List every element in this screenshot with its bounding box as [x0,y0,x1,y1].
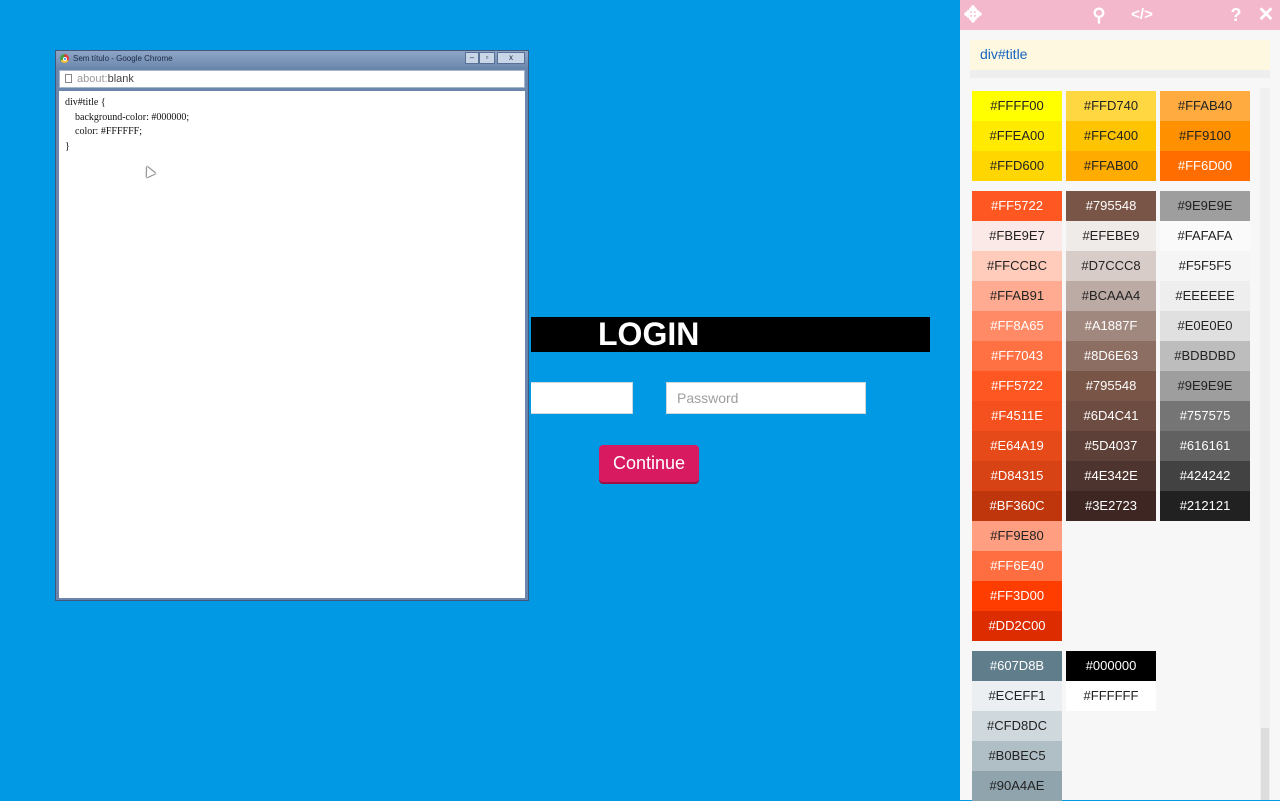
color-swatch[interactable]: #EFEBE9 [1066,221,1156,251]
color-swatch[interactable]: #E0E0E0 [1160,311,1250,341]
maximize-button[interactable]: ▫ [479,52,495,64]
color-swatch[interactable]: #FF5722 [972,191,1062,221]
username-input[interactable] [531,382,633,414]
window-titlebar[interactable]: Sem título - Google Chrome – ▫ x [56,51,528,67]
color-swatch[interactable]: #757575 [1160,401,1250,431]
color-swatch[interactable]: #90A4AE [972,771,1062,801]
color-swatch[interactable]: #F4511E [972,401,1062,431]
window-content: div#title { background-color: #000000; c… [59,91,525,598]
color-swatch[interactable]: #BDBDBD [1160,341,1250,371]
color-swatch[interactable]: #9E9E9E [1160,371,1250,401]
color-swatch[interactable]: #FFFFFF [1066,681,1156,711]
chrome-logo-icon [60,54,69,63]
color-swatch[interactable]: #FFAB91 [972,281,1062,311]
chrome-popup-window: Sem título - Google Chrome – ▫ x about:b… [55,50,529,601]
continue-button[interactable]: Continue [599,445,699,482]
css-code-text: div#title { background-color: #000000; c… [65,97,190,152]
color-swatch[interactable]: #8D6E63 [1066,341,1156,371]
color-swatch[interactable]: #ECEFF1 [972,681,1062,711]
color-swatch[interactable]: #3E2723 [1066,491,1156,521]
color-swatch[interactable]: #B0BEC5 [972,741,1062,771]
color-swatch[interactable]: #FF8A65 [972,311,1062,341]
color-swatch[interactable]: #795548 [1066,371,1156,401]
color-swatch[interactable]: #DD2C00 [972,611,1062,641]
address-bar[interactable]: about:blank [59,70,525,88]
close-icon[interactable]: ✕ [1255,4,1277,26]
code-icon[interactable]: </> [1131,4,1153,26]
selector-display: div#title [970,40,1270,78]
color-swatch[interactable]: #FFAB40 [1160,91,1250,121]
color-swatch[interactable]: #5D4037 [1066,431,1156,461]
move-icon[interactable]: ✥ [962,4,984,26]
scrollbar-thumb[interactable] [1261,728,1269,800]
help-icon[interactable]: ? [1225,4,1247,26]
color-swatch[interactable]: #FBE9E7 [972,221,1062,251]
color-swatch[interactable]: #FFEA00 [972,121,1062,151]
window-title: Sem título - Google Chrome [73,54,173,63]
mouse-cursor-icon [142,164,156,178]
color-swatch[interactable]: #000000 [1066,651,1156,681]
color-swatch[interactable]: #212121 [1160,491,1250,521]
color-swatch[interactable]: #FFAB00 [1066,151,1156,181]
color-swatch[interactable]: #607D8B [972,651,1062,681]
color-swatch[interactable]: #EEEEEE [1160,281,1250,311]
color-swatch[interactable]: #FFFF00 [972,91,1062,121]
color-swatch[interactable]: #FF6D00 [1160,151,1250,181]
page-icon [65,74,72,83]
password-input[interactable] [666,382,866,414]
color-swatch[interactable]: #4E342E [1066,461,1156,491]
color-swatch[interactable]: #6D4C41 [1066,401,1156,431]
color-swatch[interactable]: #FFCCBC [972,251,1062,281]
color-swatch[interactable]: #A1887F [1066,311,1156,341]
color-swatch[interactable]: #FF7043 [972,341,1062,371]
color-swatch[interactable]: #FFC400 [1066,121,1156,151]
minimize-button[interactable]: – [465,52,479,64]
color-swatch[interactable]: #616161 [1160,431,1250,461]
color-picker-panel: ✥ ⚲ </> ? ✕ div#title #FFFF00 #FFEA00 #FFD… [960,0,1280,801]
url-text: about:blank [77,71,134,87]
picker-toolbar: ✥ ⚲ </> ? ✕ [960,0,1280,30]
color-swatch[interactable]: #795548 [1066,191,1156,221]
color-swatch[interactable]: #BCAAA4 [1066,281,1156,311]
login-title: LOGIN [598,316,700,352]
window-close-button[interactable]: x [497,52,525,64]
color-swatch[interactable]: #FF6E40 [972,551,1062,581]
color-swatch[interactable]: #FF9E80 [972,521,1062,551]
url-scheme: about: [77,73,108,85]
color-swatch[interactable]: #BF360C [972,491,1062,521]
color-swatch[interactable]: #424242 [1160,461,1250,491]
color-swatch[interactable]: #FAFAFA [1160,221,1250,251]
color-swatch[interactable]: #E64A19 [972,431,1062,461]
login-title-bar: LOGIN [531,317,930,352]
color-swatch[interactable]: #FF5722 [972,371,1062,401]
color-swatch[interactable]: #9E9E9E [1160,191,1250,221]
color-swatch[interactable]: #CFD8DC [972,711,1062,741]
color-swatch[interactable]: #FFD740 [1066,91,1156,121]
color-swatch[interactable]: #D84315 [972,461,1062,491]
color-swatch[interactable]: #FFD600 [972,151,1062,181]
color-swatch[interactable]: #FF9100 [1160,121,1250,151]
url-page: blank [107,73,134,85]
search-icon[interactable]: ⚲ [1088,4,1110,26]
color-swatch[interactable]: #FF3D00 [972,581,1062,611]
color-swatch[interactable]: #F5F5F5 [1160,251,1250,281]
color-swatch[interactable]: #D7CCC8 [1066,251,1156,281]
scrollbar-track[interactable] [1260,88,1270,800]
